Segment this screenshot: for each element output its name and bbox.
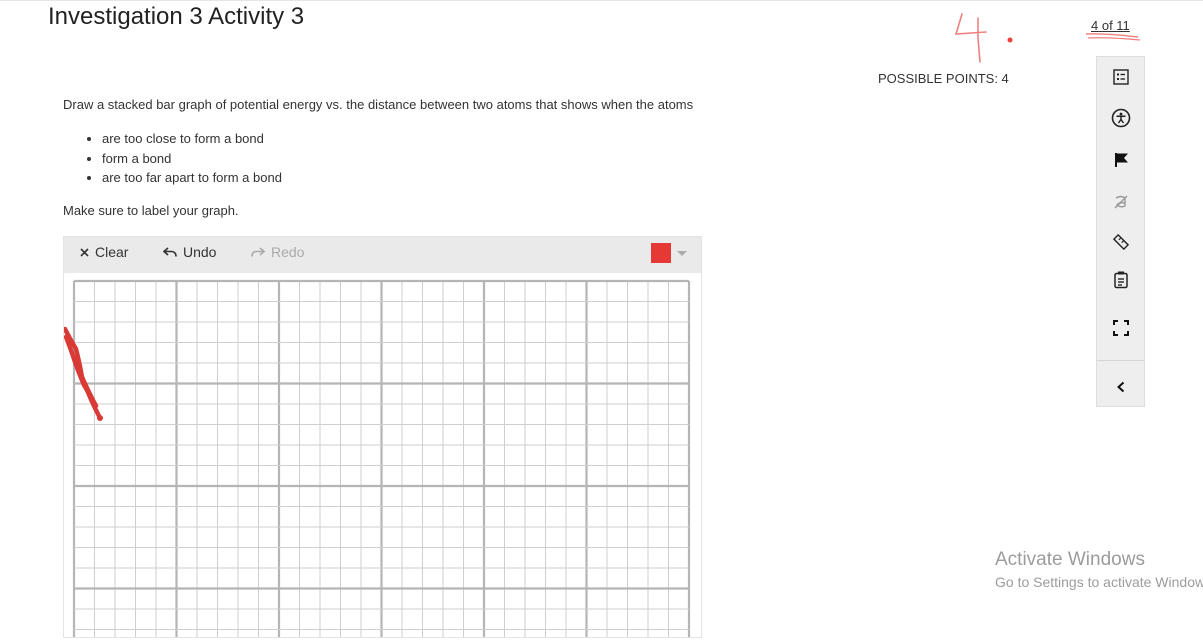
redo-icon: [251, 247, 265, 257]
handwritten-mark: [954, 13, 1013, 63]
color-picker-swatch[interactable]: [651, 243, 671, 263]
counter-underline-scribble: [1085, 33, 1141, 41]
accessibility-button[interactable]: [1097, 102, 1144, 134]
ruler-icon: [1112, 234, 1129, 250]
clear-button[interactable]: Clear: [80, 244, 128, 260]
drawing-widget: Clear Undo Redo: [62, 236, 702, 638]
watermark-subtitle: Go to Settings to activate Windows.: [995, 574, 1203, 590]
redo-button[interactable]: Redo: [251, 244, 304, 260]
side-toolbar: [1096, 56, 1145, 407]
strikethrough-icon: [1114, 195, 1127, 209]
top-border: [0, 0, 1203, 1]
flag-icon: [1114, 153, 1128, 167]
possible-points: POSSIBLE POINTS: 4: [878, 71, 1009, 86]
list-button[interactable]: [1097, 61, 1144, 93]
chevron-down-icon[interactable]: [677, 251, 687, 256]
user-drawn-stroke: [62, 326, 99, 409]
redo-label: Redo: [271, 244, 305, 260]
question-note: Make sure to label your graph.: [63, 203, 239, 218]
windows-activation-watermark: Activate Windows Go to Settings to activ…: [995, 549, 1203, 590]
question-prompt: Draw a stacked bar graph of potential en…: [63, 97, 694, 112]
list-item: are too close to form a bond: [102, 130, 282, 150]
notepad-icon: [1113, 271, 1128, 289]
clear-label: Clear: [95, 244, 129, 260]
undo-icon: [163, 247, 177, 257]
fullscreen-button[interactable]: [1097, 312, 1144, 344]
list-item: form a bond: [102, 150, 282, 170]
page-title: Investigation 3 Activity 3: [48, 3, 305, 30]
notepad-button[interactable]: [1097, 264, 1144, 296]
graph-paper-grid[interactable]: [62, 273, 701, 637]
list-icon: [1112, 69, 1129, 85]
ruler-button[interactable]: [1097, 226, 1144, 258]
list-item: are too far apart to form a bond: [102, 169, 282, 189]
chevron-left-icon: [1116, 381, 1124, 393]
undo-button[interactable]: Undo: [163, 244, 216, 260]
watermark-title: Activate Windows: [995, 549, 1145, 570]
strikethrough-button[interactable]: [1097, 186, 1144, 218]
side-toolbar-divider: [1097, 360, 1144, 361]
accessibility-icon: [1111, 108, 1130, 128]
question-bullets: are too close to form a bond form a bond…: [82, 130, 282, 189]
collapse-button[interactable]: [1097, 371, 1144, 403]
undo-label: Undo: [183, 244, 217, 260]
drawing-canvas[interactable]: [62, 273, 701, 637]
flag-button[interactable]: [1097, 144, 1144, 176]
close-icon: [80, 247, 89, 257]
drawing-toolbar: Clear Undo Redo: [64, 237, 701, 273]
fullscreen-icon: [1112, 320, 1129, 336]
